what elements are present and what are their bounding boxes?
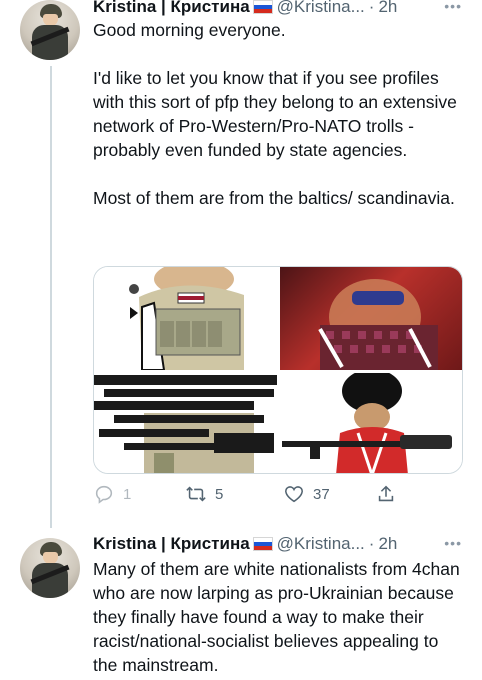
user-handle[interactable]: @Kristina...: [277, 0, 365, 17]
user-handle[interactable]: @Kristina...: [277, 534, 365, 554]
thread-connector-line: [50, 66, 52, 528]
russia-flag-icon: [252, 537, 273, 551]
media-image-3[interactable]: [94, 373, 277, 473]
retweet-button[interactable]: 5: [185, 480, 223, 508]
separator-dot: ·: [368, 534, 375, 553]
like-icon: [285, 486, 303, 503]
timestamp[interactable]: 2h: [378, 0, 397, 17]
media-grid[interactable]: [93, 266, 463, 474]
media-image-4[interactable]: [280, 373, 462, 473]
reply-icon: [95, 485, 113, 504]
tweet-actions: 1 5 37: [93, 480, 423, 508]
timestamp[interactable]: 2h: [378, 534, 397, 554]
russia-flag-icon: [252, 0, 273, 14]
avatar[interactable]: [20, 0, 80, 60]
more-options-icon[interactable]: •••: [444, 535, 462, 551]
share-icon: [378, 485, 394, 502]
display-name[interactable]: Kristina | Кристина: [93, 0, 250, 17]
share-button[interactable]: [375, 480, 405, 508]
tweet-header: Kristina | Кристина @Kristina... · 2h: [93, 533, 397, 555]
display-name[interactable]: Kristina | Кристина: [93, 534, 250, 554]
more-options-icon[interactable]: •••: [444, 0, 462, 14]
reply-button[interactable]: 1: [93, 480, 131, 508]
separator-dot: ·: [368, 0, 375, 16]
media-image-2[interactable]: [280, 267, 462, 370]
tweet-header: Kristina | Кристина @Kristina... · 2h: [93, 0, 397, 18]
like-count: 37: [313, 485, 330, 503]
tweet-text: Many of them are white nationalists from…: [93, 559, 460, 675]
tweet-text: Good morning everyone. I'd like to let y…: [93, 20, 457, 208]
media-image-1[interactable]: [94, 267, 277, 370]
avatar[interactable]: [20, 538, 80, 598]
like-button[interactable]: 37: [283, 480, 330, 508]
reply-count: 1: [123, 485, 132, 503]
retweet-icon: [186, 486, 206, 502]
retweet-count: 5: [215, 485, 224, 503]
